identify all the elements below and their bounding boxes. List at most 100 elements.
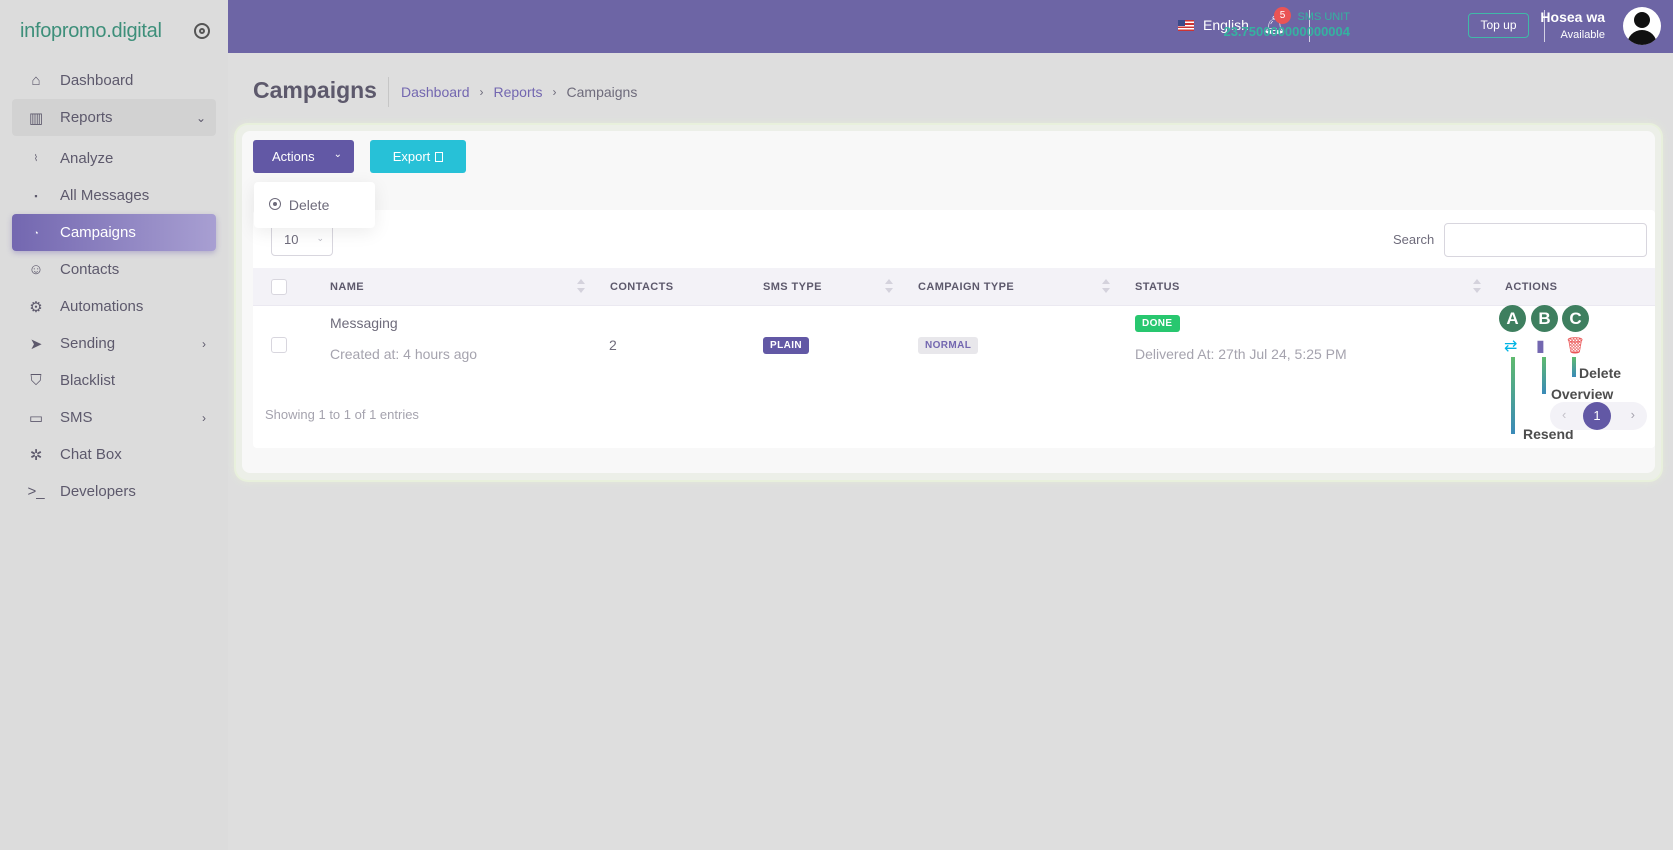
column-header-campaign-type[interactable]: CAMPAIGN TYPE	[918, 281, 1014, 293]
campaign-contacts: 2	[609, 337, 617, 353]
title-divider	[388, 77, 389, 107]
table-entries-info: Showing 1 to 1 of 1 entries	[265, 407, 419, 422]
chevron-down-icon: ⌄	[195, 110, 206, 125]
chevron-right-icon: ›	[479, 85, 484, 99]
column-header-name[interactable]: NAME	[330, 281, 364, 293]
us-flag-icon	[1178, 19, 1194, 31]
sort-icon[interactable]	[885, 277, 893, 295]
column-header-sms-type[interactable]: SMS TYPE	[763, 281, 822, 293]
export-button[interactable]: Export	[370, 140, 466, 173]
breadcrumb-dashboard[interactable]: Dashboard	[401, 84, 470, 100]
shield-icon: ⛉	[30, 372, 42, 389]
campaign-name[interactable]: Messaging	[330, 315, 398, 331]
sidebar-item-sms[interactable]: ▭ SMS ›	[12, 399, 216, 436]
sidebar-item-label: Sending	[60, 335, 116, 352]
bar-chart-icon[interactable]: ▮	[1536, 336, 1545, 356]
sidebar-item-label: Blacklist	[60, 372, 116, 389]
sidebar-item-sending[interactable]: ➤ Sending ›	[12, 325, 216, 362]
chevron-right-icon: ›	[202, 410, 206, 425]
status-badge: DONE	[1135, 315, 1180, 332]
sms-unit-value: 23.750000000000004	[1223, 24, 1350, 39]
annotation-marker-a: A	[1499, 305, 1526, 332]
delivered-at: Delivered At: 27th Jul 24, 5:25 PM	[1135, 346, 1347, 362]
sidebar-item-dashboard[interactable]: ⌂ Dashboard	[12, 62, 216, 99]
sidebar-item-label: Reports	[60, 109, 113, 126]
trash-icon[interactable]: 🗑︎	[1565, 336, 1585, 356]
sidebar-item-label: Campaigns	[60, 224, 136, 241]
page-title: Campaigns	[253, 77, 377, 103]
pagination-next-icon[interactable]: ›	[1631, 407, 1635, 422]
dropdown-item-label: Delete	[288, 197, 330, 213]
sort-icon[interactable]	[577, 277, 585, 295]
bar-chart-icon: ▥	[28, 109, 44, 127]
brand-logo[interactable]: infopromo.digital	[20, 20, 162, 43]
campaign-created-at: Created at: 4 hours ago	[330, 346, 478, 362]
annotation-label-delete: Delete	[1579, 365, 1622, 381]
sidebar-item-analyze[interactable]: ⌇ Analyze	[12, 140, 216, 177]
sidebar-item-reports[interactable]: ▥ Reports ⌄	[12, 99, 216, 136]
message-square-icon: ▭	[28, 409, 44, 427]
pagination-prev-icon[interactable]: ‹	[1562, 407, 1566, 422]
sidebar-item-label: Dashboard	[60, 72, 134, 89]
sort-icon[interactable]	[1102, 277, 1110, 295]
breadcrumb: Dashboard › Reports › Campaigns	[401, 84, 637, 100]
search-label: Search	[1393, 232, 1435, 247]
file-icon	[435, 151, 444, 162]
annotation-line-c	[1572, 357, 1576, 377]
pie-icon: ◔	[33, 227, 39, 238]
annotation-marker-c: C	[1562, 305, 1589, 332]
sidebar-item-label: Analyze	[60, 150, 114, 167]
resend-icon[interactable]: ⇄	[1504, 336, 1517, 356]
avatar[interactable]	[1623, 7, 1661, 45]
pagination: ‹ 1 ›	[1550, 402, 1647, 430]
sms-unit-balance: SMS UNIT 23.750000000000004	[1223, 11, 1350, 39]
chevron-down-icon: ⌄	[333, 149, 342, 160]
annotation-marker-b: B	[1531, 305, 1558, 332]
sidebar-item-blacklist[interactable]: ⛉ Blacklist	[12, 362, 216, 399]
column-header-actions: ACTIONS	[1505, 281, 1558, 293]
sidebar-item-label: Contacts	[60, 261, 120, 278]
top-navbar: English 🔔︎ 5 SMS UNIT 23.750000000000004…	[228, 0, 1673, 53]
row-checkbox[interactable]	[271, 337, 287, 353]
annotation-line-a	[1511, 357, 1515, 434]
actions-button[interactable]: Actions ⌄	[253, 140, 354, 173]
search-input[interactable]	[1444, 223, 1647, 257]
toggle-sidebar-icon[interactable]	[194, 23, 210, 39]
user-status: Available	[1560, 29, 1605, 41]
sidebar-item-developers[interactable]: >_ Developers	[12, 473, 216, 510]
sidebar: infopromo.digital ⌂ Dashboard ▥ Reports …	[0, 0, 228, 850]
actions-label: Actions	[272, 149, 315, 164]
select-all-checkbox[interactable]	[271, 279, 287, 295]
small-bars-icon: ▪	[34, 190, 38, 201]
sidebar-item-chat-box[interactable]: ✲ Chat Box	[12, 436, 216, 473]
chevron-right-icon: ›	[202, 336, 206, 351]
sidebar-item-contacts[interactable]: ☺ Contacts	[12, 251, 216, 288]
send-icon: ➤	[29, 335, 43, 353]
breadcrumb-campaigns: Campaigns	[566, 84, 638, 100]
dropdown-item-delete[interactable]: Delete	[269, 197, 329, 213]
sms-unit-label: SMS UNIT	[1297, 11, 1350, 23]
top-up-button[interactable]: Top up	[1468, 13, 1529, 38]
sidebar-item-label: All Messages	[60, 187, 150, 204]
breadcrumb-reports[interactable]: Reports	[494, 84, 543, 100]
campaign-type-badge: NORMAL	[918, 337, 979, 354]
chevron-down-icon: ⌄	[316, 233, 324, 243]
annotation-line-b	[1542, 357, 1546, 394]
sidebar-item-automations[interactable]: ⚙ Automations	[12, 288, 216, 325]
sidebar-item-label: SMS	[60, 409, 93, 426]
column-header-status[interactable]: STATUS	[1135, 281, 1180, 293]
user-icon: ☺	[28, 261, 44, 278]
target-icon	[269, 198, 281, 210]
pagination-current-page[interactable]: 1	[1583, 402, 1611, 430]
sms-type-badge: PLAIN	[763, 337, 809, 354]
sidebar-item-campaigns[interactable]: ◔ Campaigns	[12, 214, 216, 251]
sidebar-item-label: Developers	[60, 483, 136, 500]
export-label: Export	[392, 149, 431, 164]
brand: infopromo.digital	[0, 0, 228, 62]
user-info[interactable]: Hosea wa Available	[1540, 9, 1605, 41]
sort-icon[interactable]	[1473, 277, 1481, 295]
column-header-contacts: CONTACTS	[610, 281, 674, 293]
table-header: NAME CONTACTS SMS TYPE CAMPAIGN TYPE STA…	[253, 268, 1655, 306]
sidebar-item-all-messages[interactable]: ▪ All Messages	[12, 177, 216, 214]
cpu-icon: ⚙	[29, 298, 43, 316]
